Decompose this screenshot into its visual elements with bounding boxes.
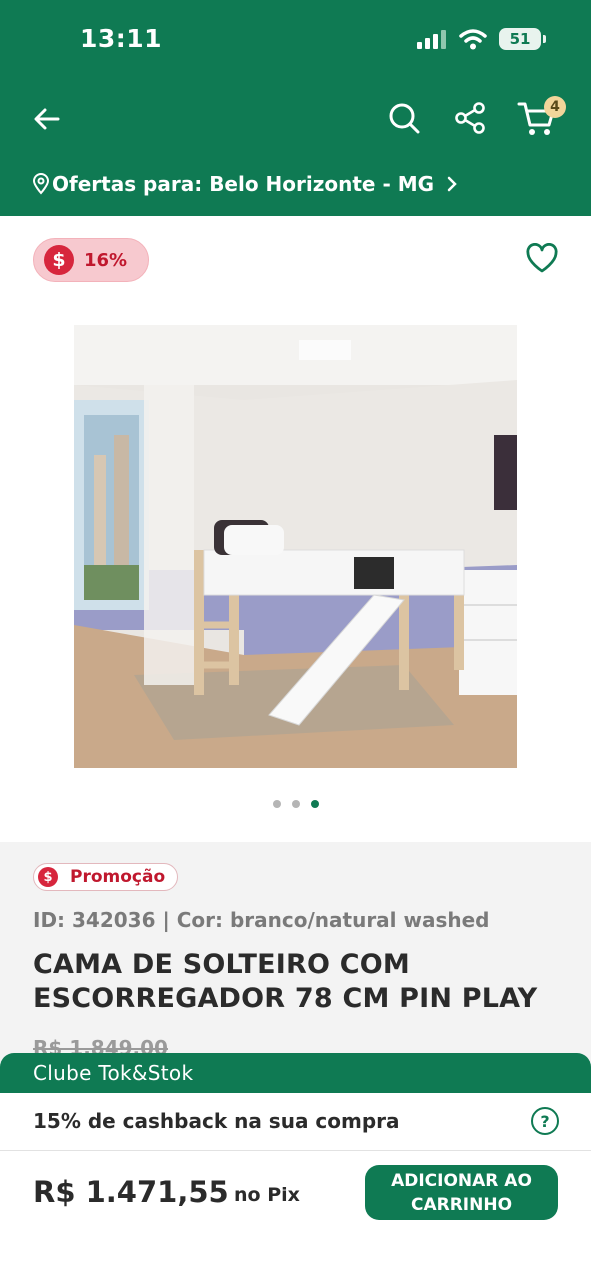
product-id-color: ID: 342036 | Cor: branco/natural washed bbox=[33, 908, 490, 932]
status-icons: 51 bbox=[417, 28, 546, 50]
cashback-text: 15% de cashback na sua compra bbox=[33, 1109, 400, 1133]
dollar-icon: $ bbox=[38, 867, 58, 887]
location-pin-icon bbox=[32, 173, 50, 195]
back-arrow-icon[interactable] bbox=[30, 102, 64, 136]
search-icon[interactable] bbox=[386, 100, 422, 136]
heart-icon[interactable] bbox=[525, 243, 559, 275]
promo-label: Promoção bbox=[70, 867, 166, 887]
product-title: CAMA DE SOLTEIRO COM ESCORREGADOR 78 CM … bbox=[33, 949, 538, 1014]
battery-indicator: 51 bbox=[499, 28, 546, 50]
pix-label: no Pix bbox=[234, 1184, 300, 1206]
promo-badge: $ Promoção bbox=[33, 863, 179, 891]
product-image[interactable] bbox=[74, 325, 517, 768]
price: R$ 1.471,55 bbox=[33, 1175, 229, 1209]
discount-percent: 16% bbox=[84, 249, 128, 271]
cashback-row: 15% de cashback na sua compra ? bbox=[0, 1093, 591, 1151]
carousel-dot-active[interactable] bbox=[310, 800, 319, 808]
cart-count-badge: 4 bbox=[544, 96, 566, 118]
help-icon[interactable]: ? bbox=[531, 1107, 559, 1135]
purchase-footer: R$ 1.471,55 no Pix ADICIONAR AO CARRINHO bbox=[0, 1151, 591, 1280]
status-time: 13:11 bbox=[80, 24, 163, 53]
carousel-dot[interactable] bbox=[291, 800, 300, 808]
location-selector[interactable]: Ofertas para: Belo Horizonte - MG bbox=[32, 172, 460, 196]
chevron-right-icon bbox=[447, 176, 457, 192]
dollar-icon: $ bbox=[44, 245, 74, 275]
image-carousel-dots bbox=[0, 800, 591, 808]
wifi-icon bbox=[459, 29, 487, 50]
share-icon[interactable] bbox=[452, 100, 488, 136]
location-text: Ofertas para: Belo Horizonte - MG bbox=[52, 172, 435, 196]
add-to-cart-button[interactable]: ADICIONAR AO CARRINHO bbox=[365, 1165, 558, 1220]
club-label: Clube Tok&Stok bbox=[33, 1061, 194, 1085]
carousel-dot[interactable] bbox=[272, 800, 281, 808]
signal-icon bbox=[417, 30, 446, 49]
discount-badge: $ 16% bbox=[33, 238, 149, 282]
club-bar: Clube Tok&Stok bbox=[0, 1053, 591, 1093]
app-header: 13:11 51 4 Ofertas para: Belo Horizonte … bbox=[0, 0, 591, 216]
